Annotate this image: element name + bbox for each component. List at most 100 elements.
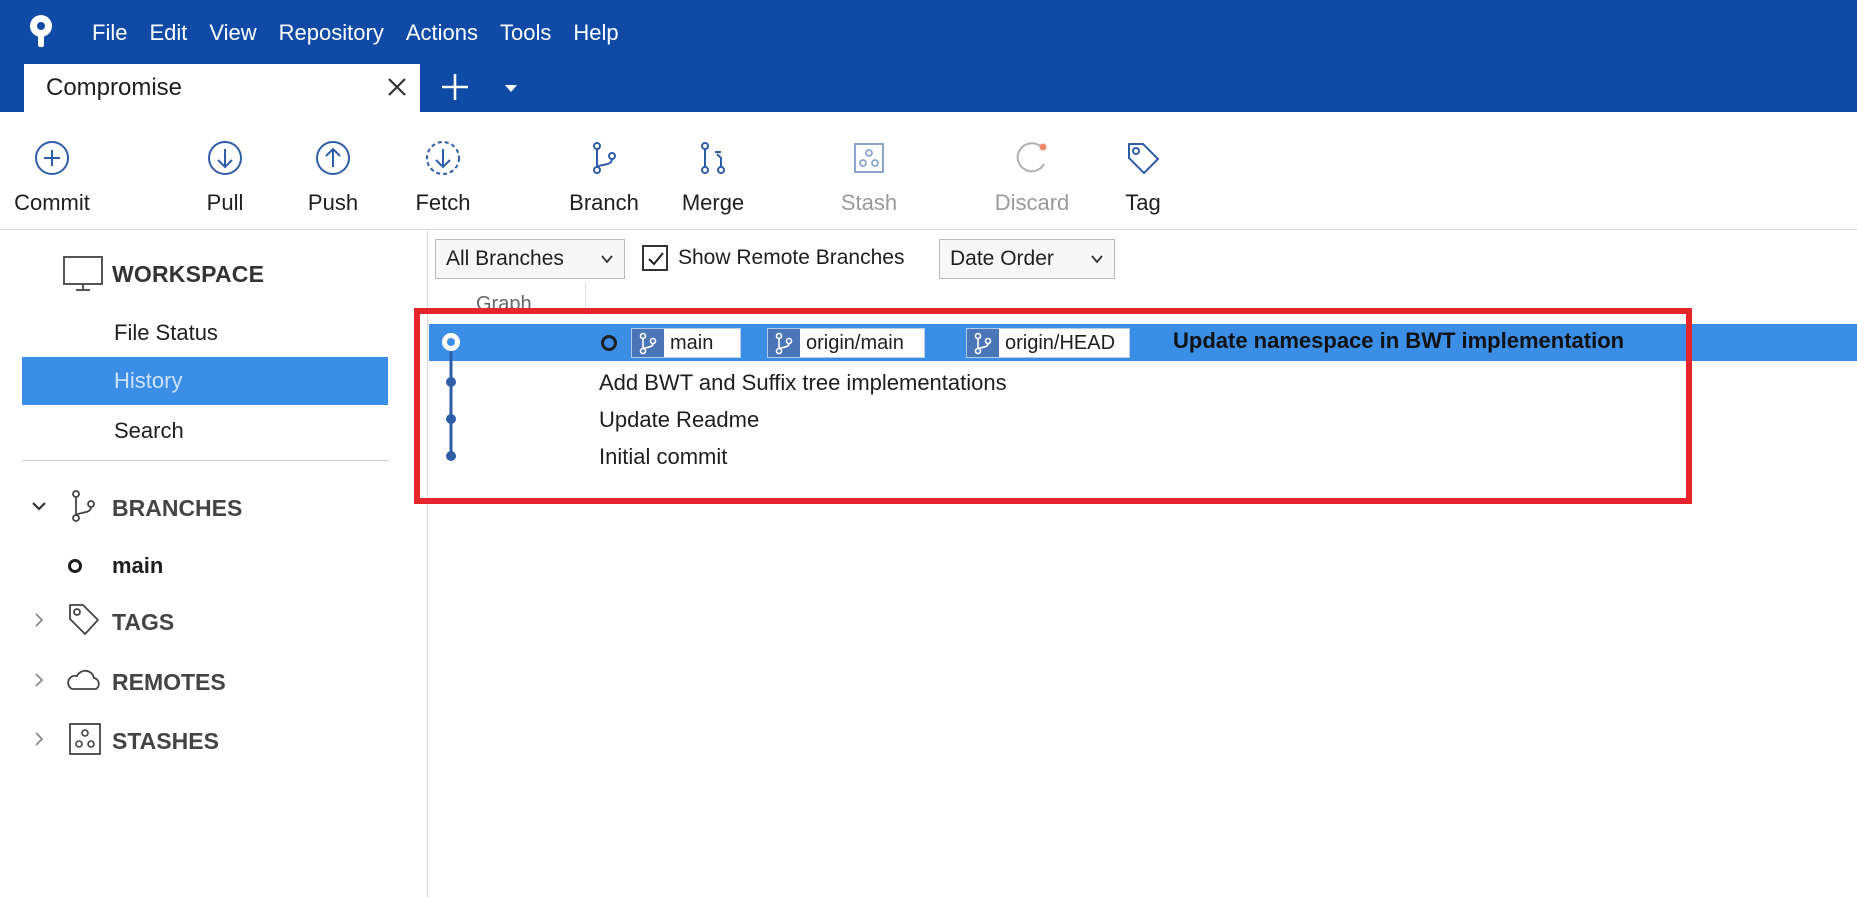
- tab-list-dropdown-icon[interactable]: [503, 82, 519, 94]
- app-logo-icon: [30, 15, 52, 47]
- undo-icon: [1016, 142, 1047, 173]
- commit-row[interactable]: Update Readme: [429, 401, 1857, 438]
- ref-tag-origin-head[interactable]: origin/HEAD: [966, 328, 1130, 358]
- repo-tab[interactable]: Compromise: [24, 64, 420, 112]
- sort-order-value: Date Order: [950, 247, 1054, 270]
- chevron-right-icon[interactable]: [30, 730, 48, 748]
- branch-label: Branch: [569, 190, 639, 215]
- tags-title: TAGS: [112, 609, 175, 635]
- merge-label: Merge: [681, 190, 745, 215]
- pull-button[interactable]: Pull: [188, 112, 262, 230]
- menu-edit[interactable]: Edit: [149, 18, 187, 48]
- graph-node-head-inner: [445, 336, 457, 348]
- show-remote-branches-toggle[interactable]: Show Remote Branches: [642, 245, 922, 273]
- branch-icon: [967, 329, 999, 357]
- commit-row[interactable]: Initial commit: [429, 438, 1857, 475]
- menu-file[interactable]: File: [92, 18, 127, 48]
- menu-actions[interactable]: Actions: [406, 18, 478, 48]
- branch-item-main[interactable]: main: [68, 551, 188, 581]
- sidebar-item-search[interactable]: Search: [22, 407, 388, 455]
- menu-bar: File Edit View Repository Actions Tools …: [92, 18, 641, 48]
- push-button[interactable]: Push: [296, 112, 370, 230]
- add-tab-icon[interactable]: [438, 70, 472, 104]
- commit-list-header: Graph: [433, 283, 1857, 315]
- arrow-down-circle-icon: [208, 141, 242, 175]
- ref-tag-origin-main[interactable]: origin/main: [767, 328, 925, 358]
- toolbar: Commit Pull Push Fetch Branch Merge Stas…: [0, 112, 1857, 230]
- chevron-down-icon: [601, 255, 613, 264]
- branches-title: BRANCHES: [112, 495, 243, 521]
- menu-view[interactable]: View: [209, 18, 256, 48]
- graph-node: [446, 451, 456, 461]
- tag-icon: [69, 604, 99, 635]
- commit-message: Initial commit: [599, 444, 728, 469]
- sidebar-divider: [22, 460, 388, 461]
- close-icon[interactable]: [382, 72, 412, 102]
- chevron-right-icon[interactable]: [30, 671, 48, 689]
- remotes-section-header[interactable]: REMOTES: [30, 661, 290, 701]
- arrow-up-circle-icon: [316, 141, 350, 175]
- stash-label: Stash: [840, 190, 898, 215]
- menu-repository[interactable]: Repository: [279, 18, 384, 48]
- menu-tools[interactable]: Tools: [500, 18, 551, 48]
- tag-button[interactable]: Tag: [1118, 112, 1168, 230]
- merge-button[interactable]: Merge: [672, 112, 754, 230]
- branches-section-header[interactable]: BRANCHES: [30, 487, 290, 527]
- stashes-title: STASHES: [112, 728, 219, 754]
- graph-column-label: Graph: [476, 293, 532, 315]
- sidebar: WORKSPACE File Status History Search BRA…: [0, 231, 428, 897]
- tag-icon: [1128, 143, 1159, 174]
- tag-label: Tag: [1125, 190, 1161, 215]
- commit-label: Commit: [14, 190, 90, 215]
- commit-message: Update namespace in BWT implementation: [1173, 328, 1625, 353]
- head-indicator: [601, 335, 617, 351]
- chevron-right-icon[interactable]: [30, 611, 48, 629]
- fetch-label: Fetch: [415, 190, 471, 215]
- repo-tab-title: Compromise: [46, 74, 183, 101]
- workspace-title: WORKSPACE: [112, 261, 265, 287]
- push-label: Push: [307, 190, 359, 215]
- pull-label: Pull: [206, 190, 244, 215]
- sort-order-select[interactable]: Date Order: [939, 239, 1115, 279]
- branch-button[interactable]: Branch: [560, 112, 648, 230]
- branch-icon: [768, 329, 800, 357]
- branches-filter-select[interactable]: All Branches: [435, 239, 625, 279]
- ref-tag-label: main: [670, 332, 714, 354]
- commit-graph: [442, 333, 460, 461]
- graph-node: [446, 414, 456, 424]
- graph-node: [446, 377, 456, 387]
- commit-row[interactable]: Add BWT and Suffix tree implementations: [429, 364, 1857, 401]
- ref-tag-label: origin/main: [806, 332, 904, 354]
- ref-tag-main[interactable]: main: [631, 328, 741, 358]
- tags-section-header[interactable]: TAGS: [30, 601, 290, 641]
- commit-row[interactable]: main origin/main origin/HEAD Update name…: [429, 324, 1857, 361]
- sidebar-item-history[interactable]: History: [22, 357, 388, 405]
- branch-name: main: [112, 553, 164, 578]
- chevron-down-icon[interactable]: [30, 497, 48, 515]
- history-filter-bar: All Branches Show Remote Branches Date O…: [429, 231, 1857, 283]
- branches-filter-value: All Branches: [446, 247, 564, 270]
- menu-help[interactable]: Help: [573, 18, 618, 48]
- ref-tag-label: origin/HEAD: [1005, 332, 1116, 354]
- plus-circle-icon: [35, 141, 69, 175]
- branch-icon: [632, 329, 664, 357]
- monitor-icon: [63, 256, 103, 291]
- fetch-button[interactable]: Fetch: [404, 112, 482, 230]
- branch-icon: [593, 142, 616, 174]
- current-branch-indicator: [68, 559, 82, 573]
- stash-icon: [854, 143, 884, 173]
- branch-icon: [72, 490, 95, 522]
- commit-message: Add BWT and Suffix tree implementations: [599, 370, 1007, 395]
- remotes-title: REMOTES: [112, 669, 226, 695]
- sidebar-item-file-status[interactable]: File Status: [22, 309, 388, 357]
- discard-button[interactable]: Discard: [984, 112, 1080, 230]
- show-remote-branches-checkbox[interactable]: [642, 245, 668, 271]
- stash-button[interactable]: Stash: [828, 112, 910, 230]
- chevron-down-icon: [1091, 255, 1103, 264]
- commit-list: main origin/main origin/HEAD Update name…: [429, 318, 1857, 486]
- commit-button[interactable]: Commit: [10, 112, 94, 230]
- stashes-section-header[interactable]: STASHES: [30, 720, 290, 760]
- graph-column-header[interactable]: Graph: [433, 283, 586, 315]
- commit-message: Update Readme: [599, 407, 760, 432]
- merge-icon: [701, 142, 725, 174]
